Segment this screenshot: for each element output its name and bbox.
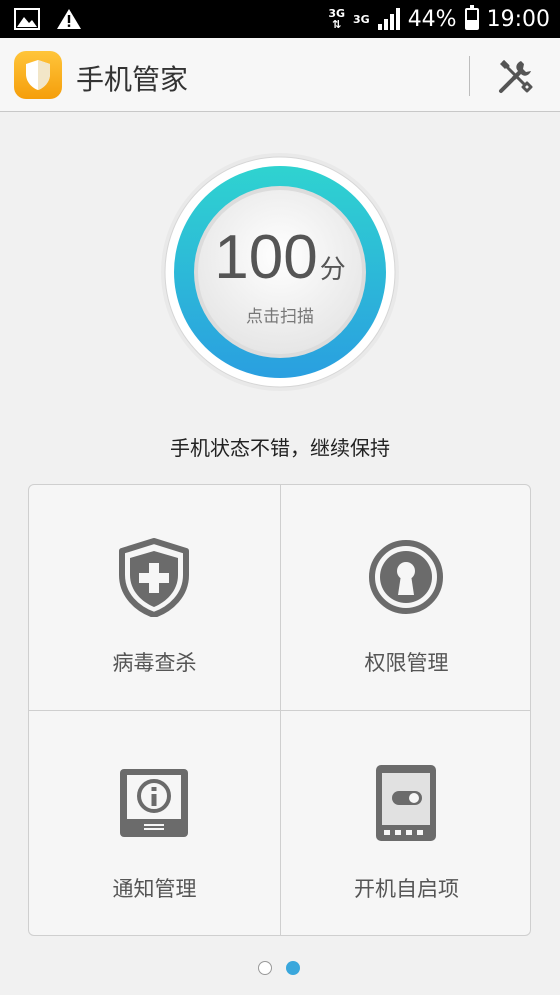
battery-percent: 44% bbox=[407, 6, 457, 32]
signal-icon bbox=[377, 8, 400, 30]
tools-button[interactable] bbox=[494, 56, 538, 96]
startup-toggle-icon bbox=[376, 765, 436, 841]
status-bar-left bbox=[14, 8, 82, 30]
app-bar-divider bbox=[469, 56, 470, 96]
score-value: 100分 bbox=[214, 223, 346, 292]
feature-virus-scan[interactable]: 病毒查杀 bbox=[29, 485, 280, 711]
status-bar: 3G ⇅ 3G 44% 19:00 bbox=[0, 0, 560, 38]
warning-icon bbox=[57, 9, 81, 29]
shield-plus-icon bbox=[119, 538, 189, 617]
feature-label: 权限管理 bbox=[364, 651, 449, 675]
feature-label: 通知管理 bbox=[112, 877, 197, 901]
feature-grid: 病毒查杀 权限管理 通知管理 开机自启项 bbox=[28, 484, 531, 936]
notification-info-icon bbox=[120, 769, 188, 837]
feature-label: 病毒查杀 bbox=[112, 651, 197, 675]
scan-dial[interactable]: 100分 点击扫描 bbox=[160, 152, 400, 392]
page-dot-2[interactable] bbox=[286, 961, 300, 975]
network-indicator-1: 3G ⇅ bbox=[328, 7, 345, 31]
app-logo-icon[interactable] bbox=[14, 51, 62, 99]
score-unit: 分 bbox=[319, 254, 346, 284]
phone-status-message: 手机状态不错，继续保持 bbox=[170, 436, 390, 460]
app-bar: 手机管家 bbox=[0, 38, 560, 112]
page-indicator bbox=[258, 961, 300, 975]
battery-icon bbox=[464, 5, 479, 30]
scan-label: 点击扫描 bbox=[246, 307, 314, 327]
page-dot-1[interactable] bbox=[258, 961, 272, 975]
feature-startup-items[interactable]: 开机自启项 bbox=[281, 711, 530, 935]
keyhole-icon bbox=[369, 540, 443, 614]
feature-label: 开机自启项 bbox=[354, 877, 459, 901]
feature-permission-management[interactable]: 权限管理 bbox=[281, 485, 530, 711]
feature-notification-management[interactable]: 通知管理 bbox=[29, 711, 280, 935]
status-bar-right: 3G ⇅ 3G 44% 19:00 bbox=[328, 5, 550, 32]
clock: 19:00 bbox=[486, 6, 550, 32]
gallery-icon bbox=[14, 8, 40, 30]
tools-icon bbox=[499, 59, 533, 93]
network-indicator-2: 3G bbox=[353, 12, 370, 26]
shield-logo-icon bbox=[26, 60, 50, 90]
app-title: 手机管家 bbox=[76, 63, 189, 96]
